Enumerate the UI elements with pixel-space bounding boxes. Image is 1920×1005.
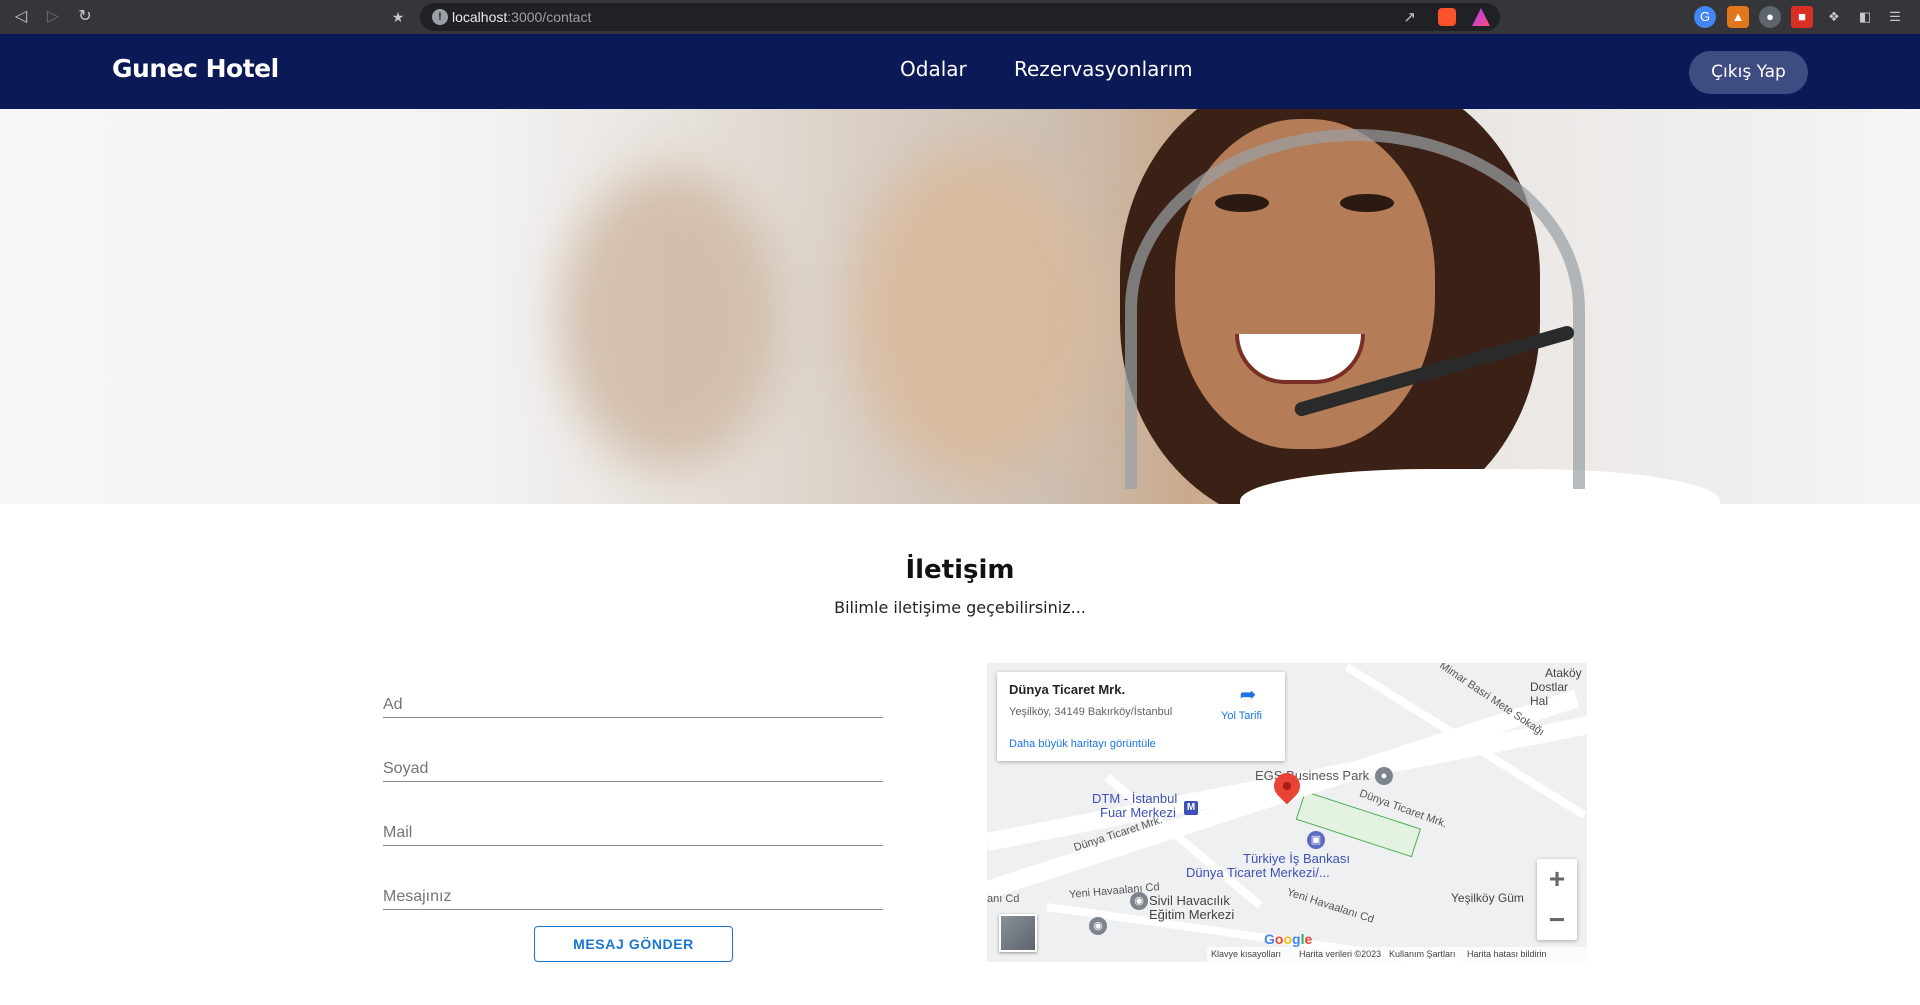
message-field-wrap [383, 876, 883, 910]
directions-icon[interactable]: ➦ [1237, 684, 1259, 706]
map-label-sivil-2: Eğitim Merkezi [1149, 907, 1235, 922]
brave-shields-icon[interactable] [1438, 8, 1456, 26]
zoom-out-button[interactable]: − [1537, 900, 1577, 940]
map-label-atakoy-1: Ataköy [1545, 666, 1582, 680]
translate-extension-icon[interactable]: G [1694, 6, 1716, 28]
puzzle-extensions-icon[interactable]: ❖ [1823, 6, 1845, 28]
map-road-label-5: anı Cd [987, 893, 1020, 905]
map-label-egs: EGS Business Park [1255, 768, 1370, 783]
calendar-extension-icon[interactable]: ■ [1791, 6, 1813, 28]
send-message-button[interactable]: MESAJ GÖNDER [534, 926, 733, 962]
extension-icon[interactable]: ● [1759, 6, 1781, 28]
map-card-title: Dünya Ticaret Mrk. [1009, 682, 1126, 697]
business-park-icon[interactable]: ● [1375, 767, 1393, 785]
logout-button[interactable]: Çıkış Yap [1689, 51, 1808, 94]
email-input[interactable] [383, 812, 883, 845]
satellite-toggle[interactable] [999, 914, 1037, 952]
message-input[interactable] [383, 876, 883, 909]
brave-rewards-icon[interactable] [1472, 8, 1490, 26]
first-name-input[interactable] [383, 684, 883, 717]
map-info-card: Dünya Ticaret Mrk. Yeşilköy, 34149 Bakır… [997, 672, 1285, 761]
zoom-in-button[interactable]: + [1537, 859, 1577, 899]
email-field-wrap [383, 812, 883, 846]
terms-link[interactable]: Kullanım Şartları [1389, 949, 1456, 959]
school-icon-2[interactable]: ◉ [1089, 917, 1107, 935]
map-label-bank-1: Türkiye İş Bankası [1243, 851, 1350, 866]
last-name-input[interactable] [383, 748, 883, 781]
site-header: Gunec Hotel Odalar Rezervasyonlarım Çıkı… [0, 34, 1920, 109]
map-label-yesilkoy: Yeşilköy Güm [1451, 891, 1524, 905]
map-label-dtm-2: Fuar Merkezi [1100, 805, 1176, 820]
first-name-field-wrap [383, 684, 883, 718]
nav-link-rooms[interactable]: Odalar [900, 57, 967, 81]
map-road-label-4: Yeni Havaalanı Cd [1285, 886, 1376, 926]
contact-title: İletişim [905, 555, 1015, 585]
keyboard-shortcuts-link[interactable]: Klavye kısayolları [1211, 949, 1281, 959]
url-path: :3000/contact [507, 9, 592, 25]
map-label-sivil-1: Sivil Havacılık [1149, 893, 1230, 908]
map-attribution-bar: Klavye kısayolları Harita verileri ©2023… [1207, 947, 1587, 962]
google-map[interactable]: Dünya Ticaret Mrk. Yeşilköy, 34149 Bakır… [987, 663, 1587, 962]
last-name-field-wrap [383, 748, 883, 782]
hero-image [0, 109, 1920, 504]
map-data-text: Harita verileri ©2023 [1299, 949, 1382, 959]
contact-subtitle: Bilimle iletişime geçebilirsiniz... [834, 598, 1086, 617]
site-info-icon[interactable]: ! [432, 9, 448, 25]
url-text[interactable]: localhost:3000/contact [452, 9, 591, 25]
hero-blur-person-1 [560, 169, 780, 469]
bank-icon[interactable]: ▣ [1307, 831, 1325, 849]
headset-icon [1125, 129, 1585, 489]
hero-blur-person-2 [850, 149, 1100, 479]
reload-icon[interactable]: ↻ [74, 6, 96, 28]
metamask-extension-icon[interactable]: ▲ [1727, 6, 1749, 28]
sidebar-icon[interactable]: ◧ [1854, 6, 1876, 28]
map-label-bank-2: Dünya Ticaret Merkezi/... [1186, 865, 1330, 880]
browser-toolbar: ◁ ▷ ↻ ★ ! localhost:3000/contact ↗ G ▲ ●… [0, 0, 1920, 34]
map-card-address: Yeşilköy, 34149 Bakırköy/İstanbul [1009, 706, 1173, 718]
menu-icon[interactable]: ☰ [1884, 6, 1906, 28]
map-label-atakoy-2: Dostlar Hal [1530, 680, 1569, 708]
map-zoom-controls: + − [1537, 859, 1577, 940]
forward-arrow-icon[interactable]: ▷ [42, 6, 64, 28]
larger-map-link[interactable]: Daha büyük haritayı görüntüle [1009, 738, 1156, 750]
bookmark-icon[interactable]: ★ [388, 6, 408, 28]
directions-link[interactable]: Yol Tarifi [1221, 710, 1262, 722]
back-arrow-icon[interactable]: ◁ [10, 6, 32, 28]
map-label-dtm-1: DTM - İstanbul [1092, 791, 1178, 806]
nav-link-reservations[interactable]: Rezervasyonlarım [1014, 57, 1193, 81]
report-error-link[interactable]: Harita hatası bildirin [1467, 949, 1547, 959]
address-bar[interactable]: ! localhost:3000/contact ↗ [420, 3, 1500, 31]
metro-icon[interactable]: M [1184, 801, 1198, 815]
google-logo: Google [1264, 931, 1313, 947]
share-icon[interactable]: ↗ [1403, 8, 1416, 26]
url-host: localhost [452, 9, 508, 25]
brand-logo[interactable]: Gunec Hotel [112, 54, 279, 83]
